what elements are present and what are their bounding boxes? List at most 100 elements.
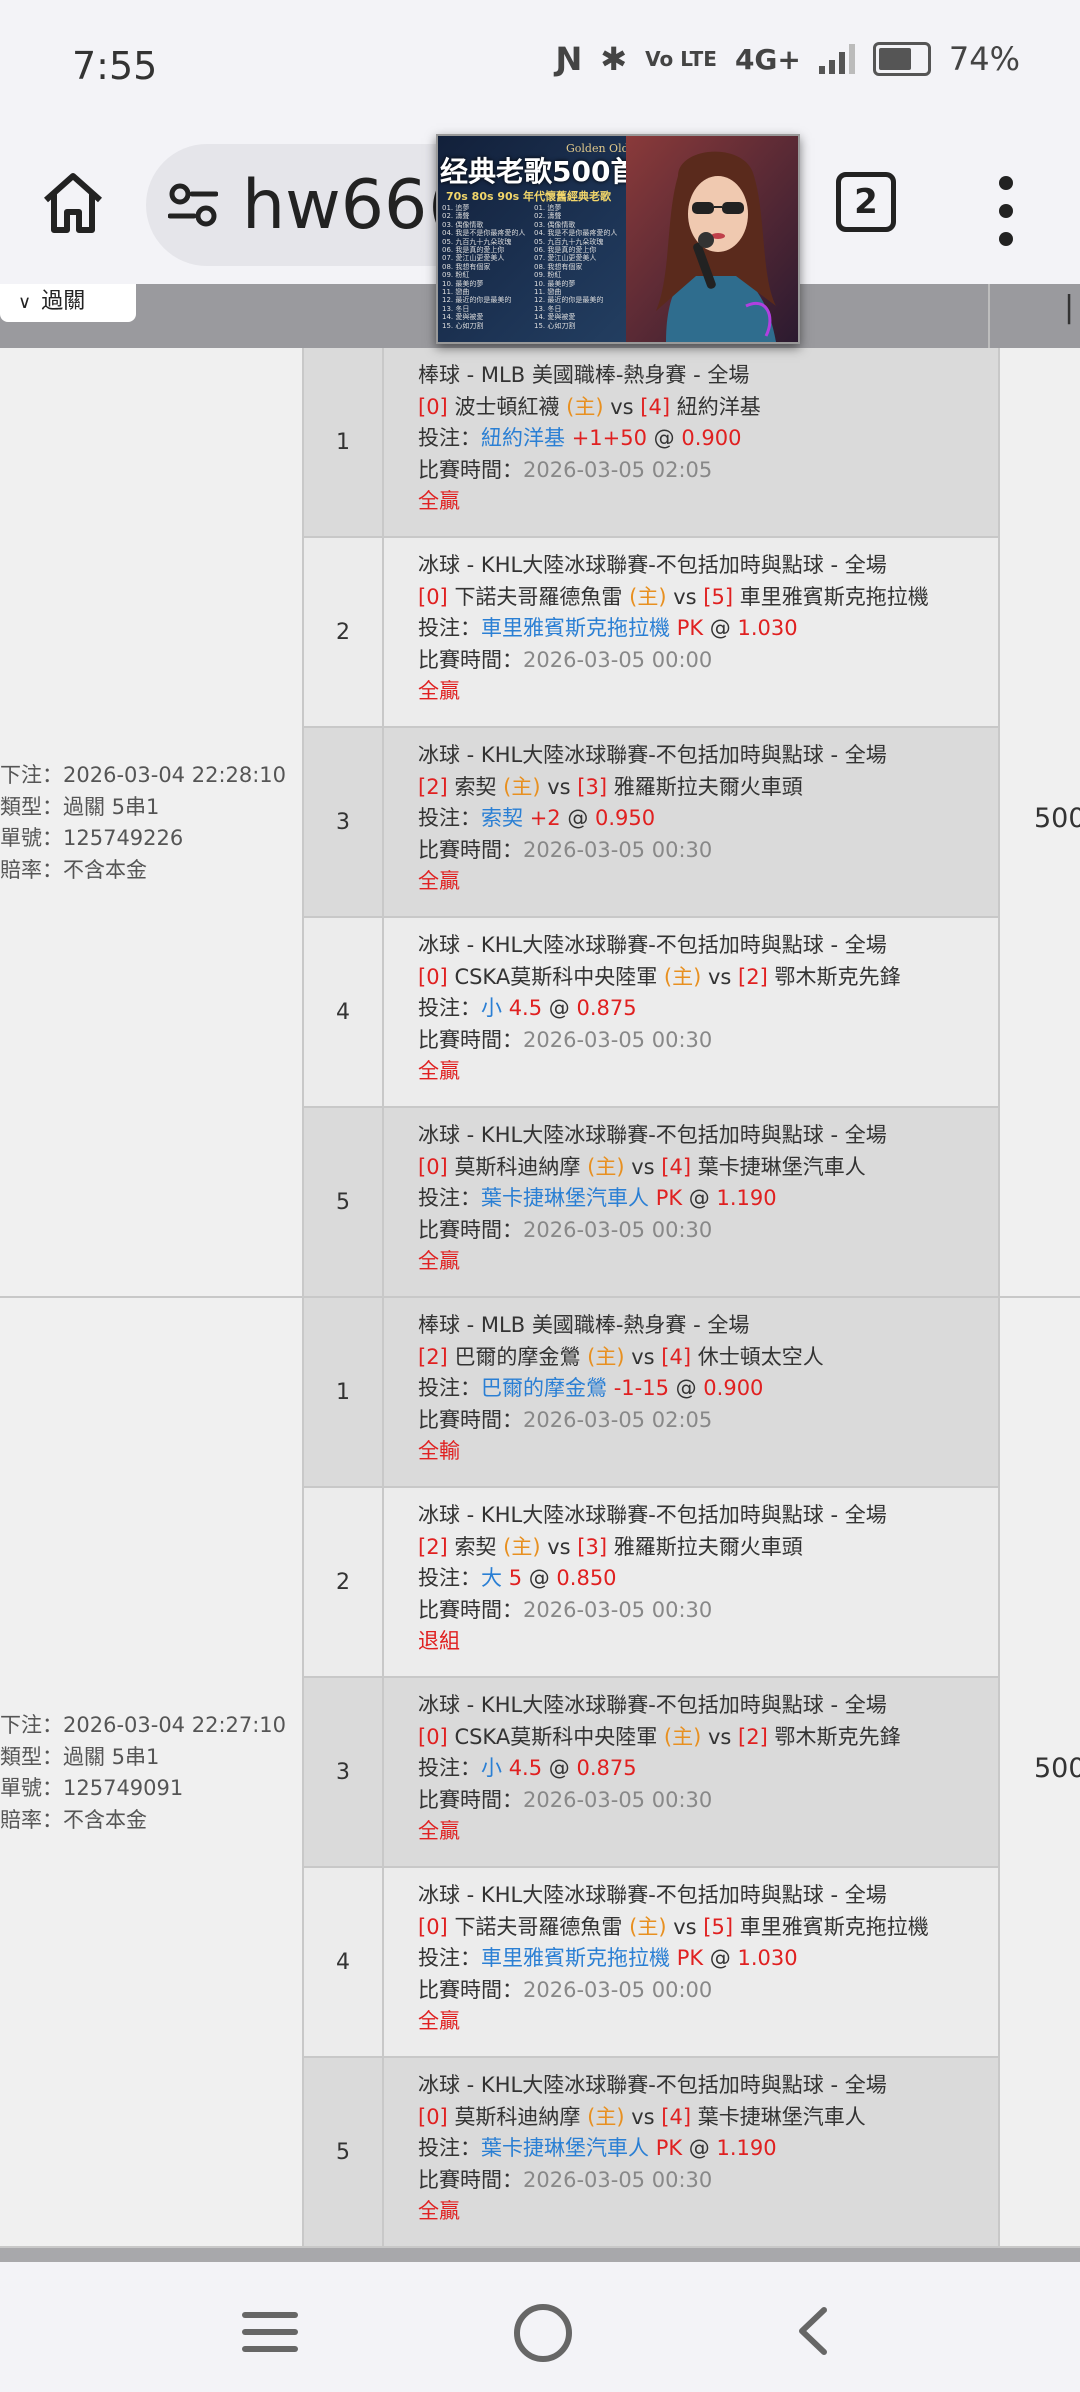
home-rank: [2] bbox=[418, 774, 448, 799]
ad-song-item: 04. 我是不是你最疼愛的人 bbox=[534, 229, 618, 238]
chevron-down-icon: ∨ bbox=[18, 292, 32, 313]
table-row: 4 冰球 - KHL大陸冰球聯賽-不包括加時與點球 - 全場 [0] CSKA莫斯科… bbox=[302, 918, 998, 1108]
result-status: 全輸 bbox=[418, 1439, 460, 1464]
bet-info-line: 賠率：不含本金 bbox=[0, 1807, 147, 1832]
pick-selection: 葉卡捷琳堡汽車人 bbox=[481, 2136, 649, 2161]
tab-switcher-button[interactable]: 2 bbox=[836, 172, 896, 232]
time-label: 比賽時間： bbox=[418, 457, 523, 482]
pick-odds: 0.950 bbox=[595, 806, 656, 831]
time-label: 比賽時間： bbox=[418, 1407, 523, 1432]
pick-line-value: PK bbox=[676, 616, 704, 641]
table-row: 2 冰球 - KHL大陸冰球聯賽-不包括加時與點球 - 全場 [0] 下諾夫哥羅德魚… bbox=[302, 538, 998, 728]
ad-song-item: 12. 最近的你是最美的 bbox=[534, 296, 604, 305]
bet-label: 投注： bbox=[418, 616, 481, 641]
ad-banner[interactable]: Golden Oldies Songs 经典老歌500首 70s 80s 90s… bbox=[436, 134, 800, 344]
ad-subtitle: 70s 80s 90s 年代懷舊經典老歌 bbox=[446, 190, 612, 203]
leg-number: 1 bbox=[304, 1298, 384, 1486]
leg-details: 冰球 - KHL大陸冰球聯賽-不包括加時與點球 - 全場 [0] CSKA莫斯科中… bbox=[418, 930, 900, 1088]
bet-group: 下注：2026-03-04 22:28:10 類型：過關 5串1 單號：125749… bbox=[0, 348, 1080, 1298]
match-time-line: 比賽時間：2026-03-05 00:30 bbox=[418, 1785, 900, 1817]
home-rank: [2] bbox=[418, 1534, 448, 1559]
home-icon[interactable] bbox=[38, 168, 108, 238]
pick-selection: 大 bbox=[481, 1566, 502, 1591]
home-rank: [0] bbox=[418, 1914, 448, 1939]
bluetooth-icon: ✱ bbox=[600, 40, 628, 78]
away-rank: [5] bbox=[703, 584, 734, 609]
bet-label: 投注： bbox=[418, 1376, 481, 1401]
bet-info-line: 下注：2026-03-04 22:28:10 bbox=[0, 763, 287, 787]
match-time: 2026-03-05 00:30 bbox=[523, 837, 713, 862]
pick-line: 投注：小 4.5 @ 0.875 bbox=[418, 996, 637, 1021]
recents-icon[interactable] bbox=[242, 2312, 298, 2352]
ad-song-item: 03. 偶像情歌 bbox=[534, 220, 576, 229]
home-marker: (主) bbox=[587, 1154, 625, 1179]
pick-line-value: +1+50 bbox=[571, 426, 647, 451]
leg-number: 1 bbox=[304, 348, 384, 536]
home-marker: (主) bbox=[663, 964, 702, 989]
matchup-line: [0] CSKA莫斯科中央陸軍 (主) vs [2] 鄂木斯克先鋒 bbox=[418, 1722, 900, 1754]
bet-info-line: 單號：125749226 bbox=[0, 826, 184, 850]
match-time-line: 比賽時間：2026-03-05 00:00 bbox=[418, 1975, 929, 2007]
away-rank: [2] bbox=[738, 964, 768, 989]
home-marker: (主) bbox=[503, 1534, 541, 1559]
time-label: 比賽時間： bbox=[418, 647, 523, 672]
pick-line: 投注：小 4.5 @ 0.875 bbox=[418, 1756, 637, 1781]
away-team: 鄂木斯克先鋒 bbox=[774, 964, 901, 989]
more-menu-icon[interactable] bbox=[996, 176, 1016, 246]
ad-song-item: 08. 我想有個家 bbox=[442, 262, 491, 271]
away-team: 葉卡捷琳堡汽車人 bbox=[697, 1154, 866, 1179]
matchup-line: [0] 下諾夫哥羅德魚雷 (主) vs [5] 車里雅賓斯克拖拉機 bbox=[418, 582, 929, 614]
ad-song-item: 14. 愛與被愛 bbox=[534, 313, 576, 322]
ad-song-item: 07. 愛江山更愛美人 bbox=[442, 254, 505, 263]
time-label: 比賽時間： bbox=[418, 837, 523, 862]
pick-line: 投注：車里雅賓斯克拖拉機 PK @ 1.030 bbox=[418, 1946, 798, 1971]
away-rank: [3] bbox=[577, 1534, 608, 1559]
time-label: 比賽時間： bbox=[418, 2167, 523, 2192]
league-line: 冰球 - KHL大陸冰球聯賽-不包括加時與點球 - 全場 bbox=[418, 743, 887, 767]
time-label: 比賽時間： bbox=[418, 1597, 523, 1622]
away-team: 雅羅斯拉夫爾火車頭 bbox=[613, 1534, 803, 1559]
pick-selection: 小 bbox=[481, 996, 502, 1021]
ad-song-item: 02. 濤聲 bbox=[442, 212, 470, 221]
league-line: 冰球 - KHL大陸冰球聯賽-不包括加時與點球 - 全場 bbox=[418, 933, 887, 957]
pick-odds: 0.850 bbox=[556, 1566, 617, 1591]
leg-number: 5 bbox=[304, 1108, 384, 1296]
home-rank: [0] bbox=[418, 394, 448, 419]
bet-info-line: 賠率：不含本金 bbox=[0, 857, 147, 882]
pick-odds: 1.030 bbox=[737, 616, 798, 641]
home-team: 下諾夫哥羅德魚雷 bbox=[454, 1914, 623, 1939]
home-marker: (主) bbox=[587, 2104, 625, 2129]
ad-song-item: 15. 心如刀割 bbox=[442, 321, 484, 330]
filter-dropdown[interactable]: ∨ 過關 bbox=[0, 284, 136, 322]
match-time-line: 比賽時間：2026-03-05 00:30 bbox=[418, 1215, 887, 1247]
home-rank: [0] bbox=[418, 1724, 448, 1749]
leg-details: 棒球 - MLB 美國職棒-熱身賽 - 全場 [0] 波士頓紅襪 (主) vs [… bbox=[418, 360, 761, 518]
bet-label: 投注： bbox=[418, 1946, 481, 1971]
pick-selection: 葉卡捷琳堡汽車人 bbox=[481, 1186, 649, 1211]
home-team: 波士頓紅襪 bbox=[454, 394, 560, 419]
ad-song-item: 05. 九百九十九朵玫瑰 bbox=[442, 237, 512, 246]
result-status: 全贏 bbox=[418, 1059, 460, 1084]
result-status: 全贏 bbox=[418, 2009, 460, 2034]
filter-label: 過關 bbox=[41, 289, 86, 314]
result-status: 全贏 bbox=[418, 869, 460, 894]
leg-details: 冰球 - KHL大陸冰球聯賽-不包括加時與點球 - 全場 [0] CSKA莫斯科中… bbox=[418, 1690, 900, 1848]
bet-label: 投注： bbox=[418, 806, 481, 831]
home-marker: (主) bbox=[629, 1914, 667, 1939]
ad-song-item: 08. 我想有個家 bbox=[534, 262, 583, 271]
home-team: 索契 bbox=[454, 1534, 497, 1559]
result-status: 全贏 bbox=[418, 679, 460, 704]
vs-label: vs bbox=[631, 1344, 655, 1369]
site-settings-icon[interactable] bbox=[168, 182, 218, 228]
vs-label: vs bbox=[610, 394, 634, 419]
table-row: 1 棒球 - MLB 美國職棒-熱身賽 - 全場 [0] 波士頓紅襪 (主) vs … bbox=[302, 348, 998, 538]
pick-line-value: -1-15 bbox=[613, 1376, 669, 1401]
home-nav-icon[interactable] bbox=[514, 2304, 572, 2362]
pick-line: 投注：大 5 @ 0.850 bbox=[418, 1566, 617, 1591]
pick-line: 投注：巴爾的摩金鶯 -1-15 @ 0.900 bbox=[418, 1376, 764, 1401]
back-icon[interactable] bbox=[792, 2306, 832, 2356]
pick-line: 投注：索契 +2 @ 0.950 bbox=[418, 806, 656, 831]
bet-label: 投注： bbox=[418, 426, 481, 451]
table-row: 3 冰球 - KHL大陸冰球聯賽-不包括加時與點球 - 全場 [2] 索契 (主) … bbox=[302, 728, 998, 918]
system-nav-bar bbox=[0, 2262, 1080, 2392]
